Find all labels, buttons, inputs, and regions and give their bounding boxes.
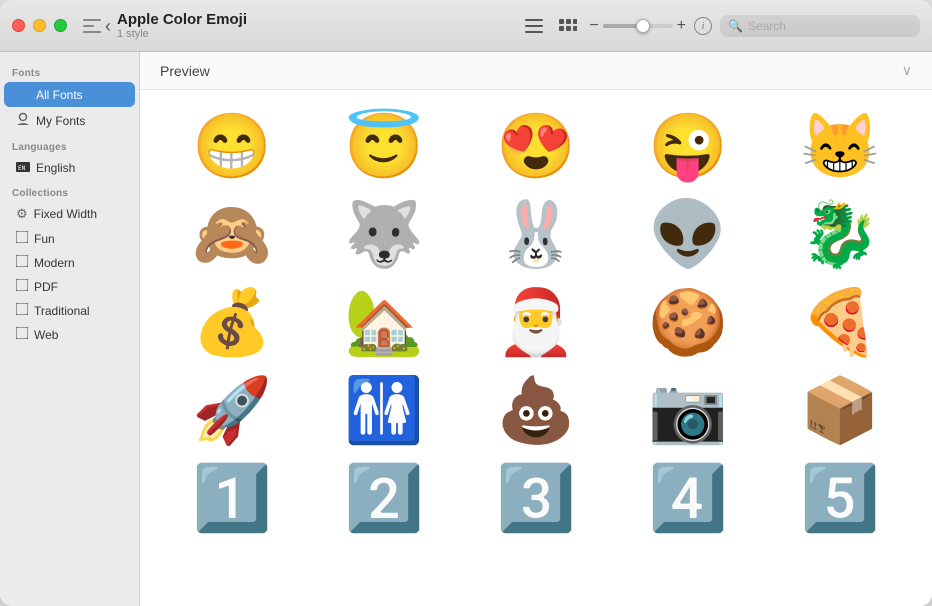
my-fonts-icon (16, 112, 30, 129)
all-fonts-icon (16, 86, 30, 103)
emoji-cell: 💩 (464, 370, 608, 450)
main-window: ‹ Apple Color Emoji 1 style (0, 0, 932, 606)
traditional-label: Traditional (34, 304, 90, 318)
pdf-label: PDF (34, 280, 58, 294)
search-box[interactable]: 🔍 (720, 15, 920, 37)
traffic-lights (12, 19, 67, 32)
english-label: English (36, 161, 75, 175)
emoji-cell: 😇 (312, 106, 456, 186)
fun-label: Fun (34, 232, 55, 246)
sidebar-item-modern[interactable]: Modern (4, 251, 135, 274)
emoji-cell: 😍 (464, 106, 608, 186)
emoji-cell: 2️⃣ (312, 458, 456, 538)
close-button[interactable] (12, 19, 25, 32)
info-button[interactable]: i (694, 17, 712, 35)
preview-chevron-icon: ∨ (902, 62, 912, 79)
emoji-cell: 🚀 (160, 370, 304, 450)
grid-view-button[interactable] (555, 15, 581, 37)
back-button[interactable]: ‹ (105, 17, 111, 35)
emoji-cell: 4️⃣ (616, 458, 760, 538)
emoji-cell: 🍕 (768, 282, 912, 362)
emoji-cell: 🍪 (616, 282, 760, 362)
maximize-button[interactable] (54, 19, 67, 32)
emoji-cell: 📷 (616, 370, 760, 450)
modern-label: Modern (34, 256, 75, 270)
sidebar-item-traditional[interactable]: Traditional (4, 299, 135, 322)
emoji-cell: 😸 (768, 106, 912, 186)
sidebar-item-pdf[interactable]: PDF (4, 275, 135, 298)
preview-header: Preview ∨ (140, 52, 932, 90)
emoji-cell: 🚻 (312, 370, 456, 450)
sidebar-item-fun[interactable]: Fun (4, 227, 135, 250)
emoji-cell: 😜 (616, 106, 760, 186)
languages-section-label: Languages (0, 134, 139, 155)
font-name: Apple Color Emoji (117, 11, 247, 28)
collections-section-label: Collections (0, 180, 139, 201)
fonts-section-label: Fonts (0, 60, 139, 81)
emoji-cell: 1️⃣ (160, 458, 304, 538)
svg-text:EN: EN (18, 165, 26, 172)
english-icon: EN (16, 160, 30, 175)
size-slider-group: − + (589, 18, 686, 34)
size-plus-button[interactable]: + (677, 18, 686, 34)
modern-icon (16, 255, 28, 270)
web-label: Web (34, 328, 58, 342)
emoji-cell: 👽 (616, 194, 760, 274)
size-slider[interactable] (603, 24, 673, 28)
fun-icon (16, 231, 28, 246)
sidebar-item-english[interactable]: EN English (4, 156, 135, 179)
emoji-cell: 🐺 (312, 194, 456, 274)
emoji-cell: 3️⃣ (464, 458, 608, 538)
all-fonts-label: All Fonts (36, 88, 83, 102)
emoji-cell: 5️⃣ (768, 458, 912, 538)
search-input[interactable] (748, 19, 912, 33)
emoji-cell: 📦 (768, 370, 912, 450)
preview-label: Preview (160, 63, 902, 79)
sidebar-item-fixed-width[interactable]: ⚙ Fixed Width (4, 202, 135, 226)
toolbar-controls: − + i 🔍 (521, 15, 920, 37)
font-subtitle: 1 style (117, 28, 247, 40)
fixed-width-label: Fixed Width (34, 207, 97, 221)
sidebar: Fonts All Fonts (0, 52, 140, 606)
traditional-icon (16, 303, 28, 318)
font-title-area: Apple Color Emoji 1 style (117, 11, 247, 40)
main-area: Fonts All Fonts (0, 52, 932, 606)
emoji-cell: 😁 (160, 106, 304, 186)
minimize-button[interactable] (33, 19, 46, 32)
emoji-cell: 🙈 (160, 194, 304, 274)
fixed-width-icon: ⚙ (16, 206, 28, 222)
emoji-cell: 🐉 (768, 194, 912, 274)
emoji-cell: 💰 (160, 282, 304, 362)
search-icon: 🔍 (728, 19, 743, 33)
emoji-cell: 🏡 (312, 282, 456, 362)
my-fonts-label: My Fonts (36, 114, 85, 128)
list-view-button[interactable] (521, 15, 547, 37)
emoji-cell: 🐰 (464, 194, 608, 274)
sidebar-item-my-fonts[interactable]: My Fonts (4, 108, 135, 133)
web-icon (16, 327, 28, 342)
size-minus-button[interactable]: − (589, 18, 598, 34)
content-area: Preview ∨ 😁😇😍😜😸 🙈🐺🐰👽🐉 💰🏡🎅🍪🍕 🚀🚻💩📷📦 1️⃣2️⃣3️⃣4… (140, 52, 932, 606)
sidebar-item-web[interactable]: Web (4, 323, 135, 346)
sidebar-toggle-button[interactable] (79, 15, 105, 37)
pdf-icon (16, 279, 28, 294)
sidebar-item-all-fonts[interactable]: All Fonts (4, 82, 135, 107)
emoji-grid: 😁😇😍😜😸 🙈🐺🐰👽🐉 💰🏡🎅🍪🍕 🚀🚻💩📷📦 1️⃣2️⃣3️⃣4️⃣5️⃣ (140, 90, 932, 606)
emoji-cell: 🎅 (464, 282, 608, 362)
titlebar: ‹ Apple Color Emoji 1 style (0, 0, 932, 52)
